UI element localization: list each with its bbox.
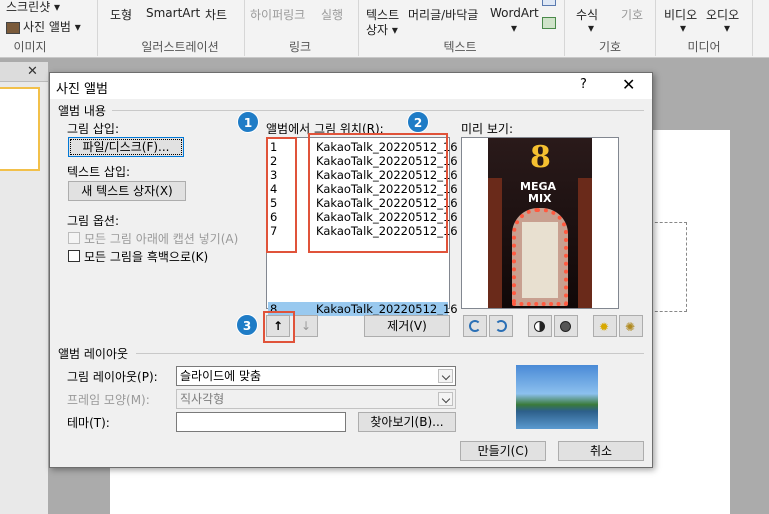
slide-placeholder[interactable] [650,222,687,312]
hyperlink-button[interactable]: 하이퍼링크 [250,6,305,23]
brightness-up-icon: ✹ [599,320,610,334]
move-down-button[interactable]: ↓ [294,315,318,337]
group-text-label: 텍스트 [443,40,477,54]
picture-layout-label: 그림 레이아웃(P): [67,370,158,384]
preview-label: 미리 보기: [461,122,514,136]
annotation-badge-2: 2 [407,111,429,133]
picture-layout-value: 슬라이드에 맞춤 [180,369,262,383]
slides-pane-tab [0,62,48,82]
annotation-number-box [266,137,297,253]
file-disk-button[interactable]: 파일/디스크(F)... [68,137,184,157]
chevron-down-icon[interactable] [438,392,453,406]
photo-album-dialog: 사진 앨범 ? ✕ 앨범 내용 그림 삽입: 파일/디스크(F)... 텍스트 … [49,72,653,468]
frame-shape-label: 프레임 모양(M): [67,393,150,407]
photo-album-label: 사진 앨범 ▾ [23,20,81,34]
symbol-button[interactable]: 기호 [621,6,643,23]
insert-text-label: 텍스트 삽입: [67,165,131,179]
group-illustrations-label: 일러스트레이션 [141,40,219,54]
preview-pane: 8 MEGA MIX [461,137,619,309]
theme-label: 테마(T): [67,416,110,430]
chevron-down-icon[interactable] [438,369,453,383]
cancel-button[interactable]: 취소 [558,441,644,461]
item-name: KakaoTalk_20220512_16 [316,302,458,316]
wordart-button[interactable]: WordArt [490,6,539,20]
divider [112,110,644,111]
black-white-label: 모든 그림을 흑백으로(K) [84,250,209,264]
picture-options-label: 그림 옵션: [67,214,120,228]
textbox-button-line2[interactable]: 상자 ▾ [366,21,398,38]
rotate-left-button[interactable] [463,315,487,337]
contrast-up-button[interactable] [528,315,552,337]
remove-button[interactable]: 제거(V) [364,315,450,337]
dialog-title: 사진 앨범 [56,82,108,97]
video-arrow[interactable]: ▾ [680,21,686,35]
photo-album-button[interactable]: 사진 앨범 ▾ [6,18,81,35]
action-button[interactable]: 실행 [321,6,343,23]
create-button[interactable]: 만들기(C) [460,441,546,461]
chart-button[interactable]: 차트 [205,6,227,23]
sign-number: 8 [530,140,551,175]
help-icon[interactable]: ? [580,77,587,92]
insert-picture-label: 그림 삽입: [67,122,120,136]
group-images-label: 이미지 [13,40,47,54]
audio-button[interactable]: 오디오 [706,6,739,23]
browse-button[interactable]: 찾아보기(B)... [358,412,456,432]
slide-thumbnail[interactable] [0,87,40,171]
captions-label: 모든 그림 아래에 캡션 넣기(A) [84,232,239,246]
group-symbols-label: 기호 [598,40,622,54]
screenshot-button[interactable]: 스크린샷 ▾ [6,0,60,15]
rotate-right-button[interactable] [489,315,513,337]
datetime-icon[interactable] [542,17,556,29]
annotation-badge-3: 3 [236,314,258,336]
contrast-up-icon [534,321,545,332]
contrast-down-button[interactable] [554,315,578,337]
black-white-checkbox[interactable] [68,250,80,262]
header-footer-button[interactable]: 머리글/바닥글 [408,6,478,23]
smartart-button[interactable]: SmartArt [146,6,200,20]
frame-shape-select[interactable]: 직사각형 [176,389,456,409]
album-content-heading: 앨범 내용 [58,104,106,118]
object-icon[interactable] [542,0,556,6]
brightness-up-button[interactable]: ✹ [593,315,617,337]
theme-field[interactable] [176,412,346,432]
preview-image: 8 MEGA MIX [488,138,592,308]
equation-arrow[interactable]: ▾ [588,21,594,35]
audio-arrow[interactable]: ▾ [724,21,730,35]
sign-line2: MIX [528,192,552,205]
shapes-button[interactable]: 도형 [110,6,132,23]
annotation-move-up-box [263,311,295,343]
new-textbox-button[interactable]: 새 텍스트 상자(X) [68,181,186,201]
rotate-right-icon [495,320,507,332]
dialog-titlebar: 사진 앨범 ? ✕ [50,73,652,99]
dialog-close-icon[interactable]: ✕ [622,75,635,94]
album-layout-heading: 앨범 레이아웃 [58,347,129,361]
wordart-arrow[interactable]: ▾ [511,21,517,35]
brightness-down-icon: ✺ [625,320,636,334]
annotation-name-box [308,133,448,253]
picture-layout-select[interactable]: 슬라이드에 맞춤 [176,366,456,386]
layout-preview-image [516,365,598,429]
annotation-badge-1: 1 [237,111,259,133]
group-links-label: 링크 [288,40,312,54]
frame-shape-value: 직사각형 [180,392,225,406]
brightness-down-button[interactable]: ✺ [619,315,643,337]
divider [136,353,644,354]
pane-close-icon[interactable]: ✕ [27,64,38,79]
ribbon: 스크린샷 ▾ 사진 앨범 ▾ 이미지 도형 SmartArt 차트 일러스트레이… [0,0,769,58]
group-media-label: 미디어 [687,40,721,54]
contrast-down-icon [560,321,571,332]
captions-checkbox[interactable] [68,232,80,244]
photo-album-icon [6,21,20,34]
rotate-left-icon [469,320,481,332]
